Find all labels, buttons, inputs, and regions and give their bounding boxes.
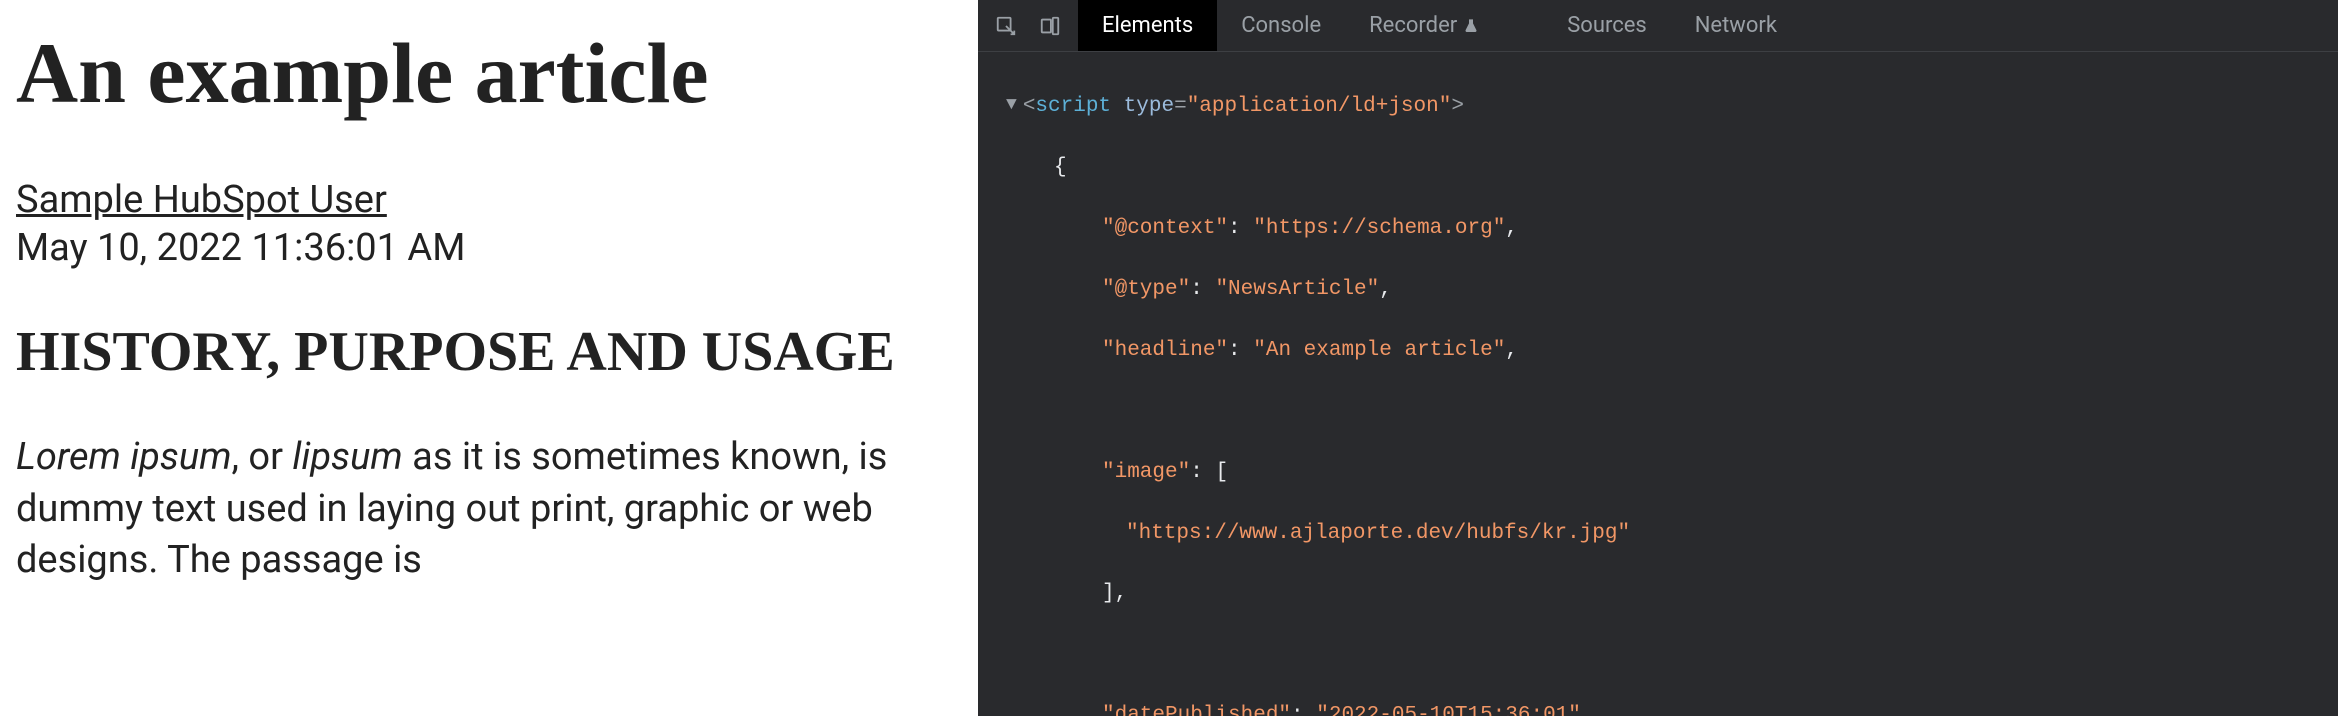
tab-elements[interactable]: Elements: [1078, 0, 1217, 51]
article-title: An example article: [16, 28, 962, 118]
body-italic-1: Lorem ipsum: [16, 435, 232, 479]
tab-recorder-label: Recorder: [1369, 13, 1457, 38]
flask-icon: [1463, 18, 1479, 34]
device-toggle-icon[interactable]: [1030, 6, 1070, 46]
elements-source[interactable]: ▼<script type="application/ld+json"> { "…: [978, 52, 2338, 716]
tab-network[interactable]: Network: [1671, 0, 1801, 51]
body-italic-2: lipsum: [292, 435, 402, 479]
inspect-icon[interactable]: [986, 6, 1026, 46]
author-link[interactable]: Sample HubSpot User: [16, 178, 387, 222]
devtools-tabs: Elements Console Recorder Sources Networ…: [1078, 0, 1801, 51]
publish-date: May 10, 2022 11:36:01 AM: [16, 226, 962, 270]
article-body: Lorem ipsum, or lipsum as it is sometime…: [16, 432, 956, 586]
devtools-toolbar: Elements Console Recorder Sources Networ…: [978, 0, 2338, 52]
tab-sources[interactable]: Sources: [1543, 0, 1671, 51]
tab-recorder[interactable]: Recorder: [1345, 0, 1503, 51]
tab-console[interactable]: Console: [1217, 0, 1345, 51]
body-sep-1: , or: [232, 435, 293, 479]
article-page: An example article Sample HubSpot User M…: [0, 0, 978, 716]
devtools-panel: Elements Console Recorder Sources Networ…: [978, 0, 2338, 716]
expand-caret-icon[interactable]: ▼: [1006, 92, 1017, 118]
section-heading: HISTORY, PURPOSE AND USAGE: [16, 320, 962, 384]
